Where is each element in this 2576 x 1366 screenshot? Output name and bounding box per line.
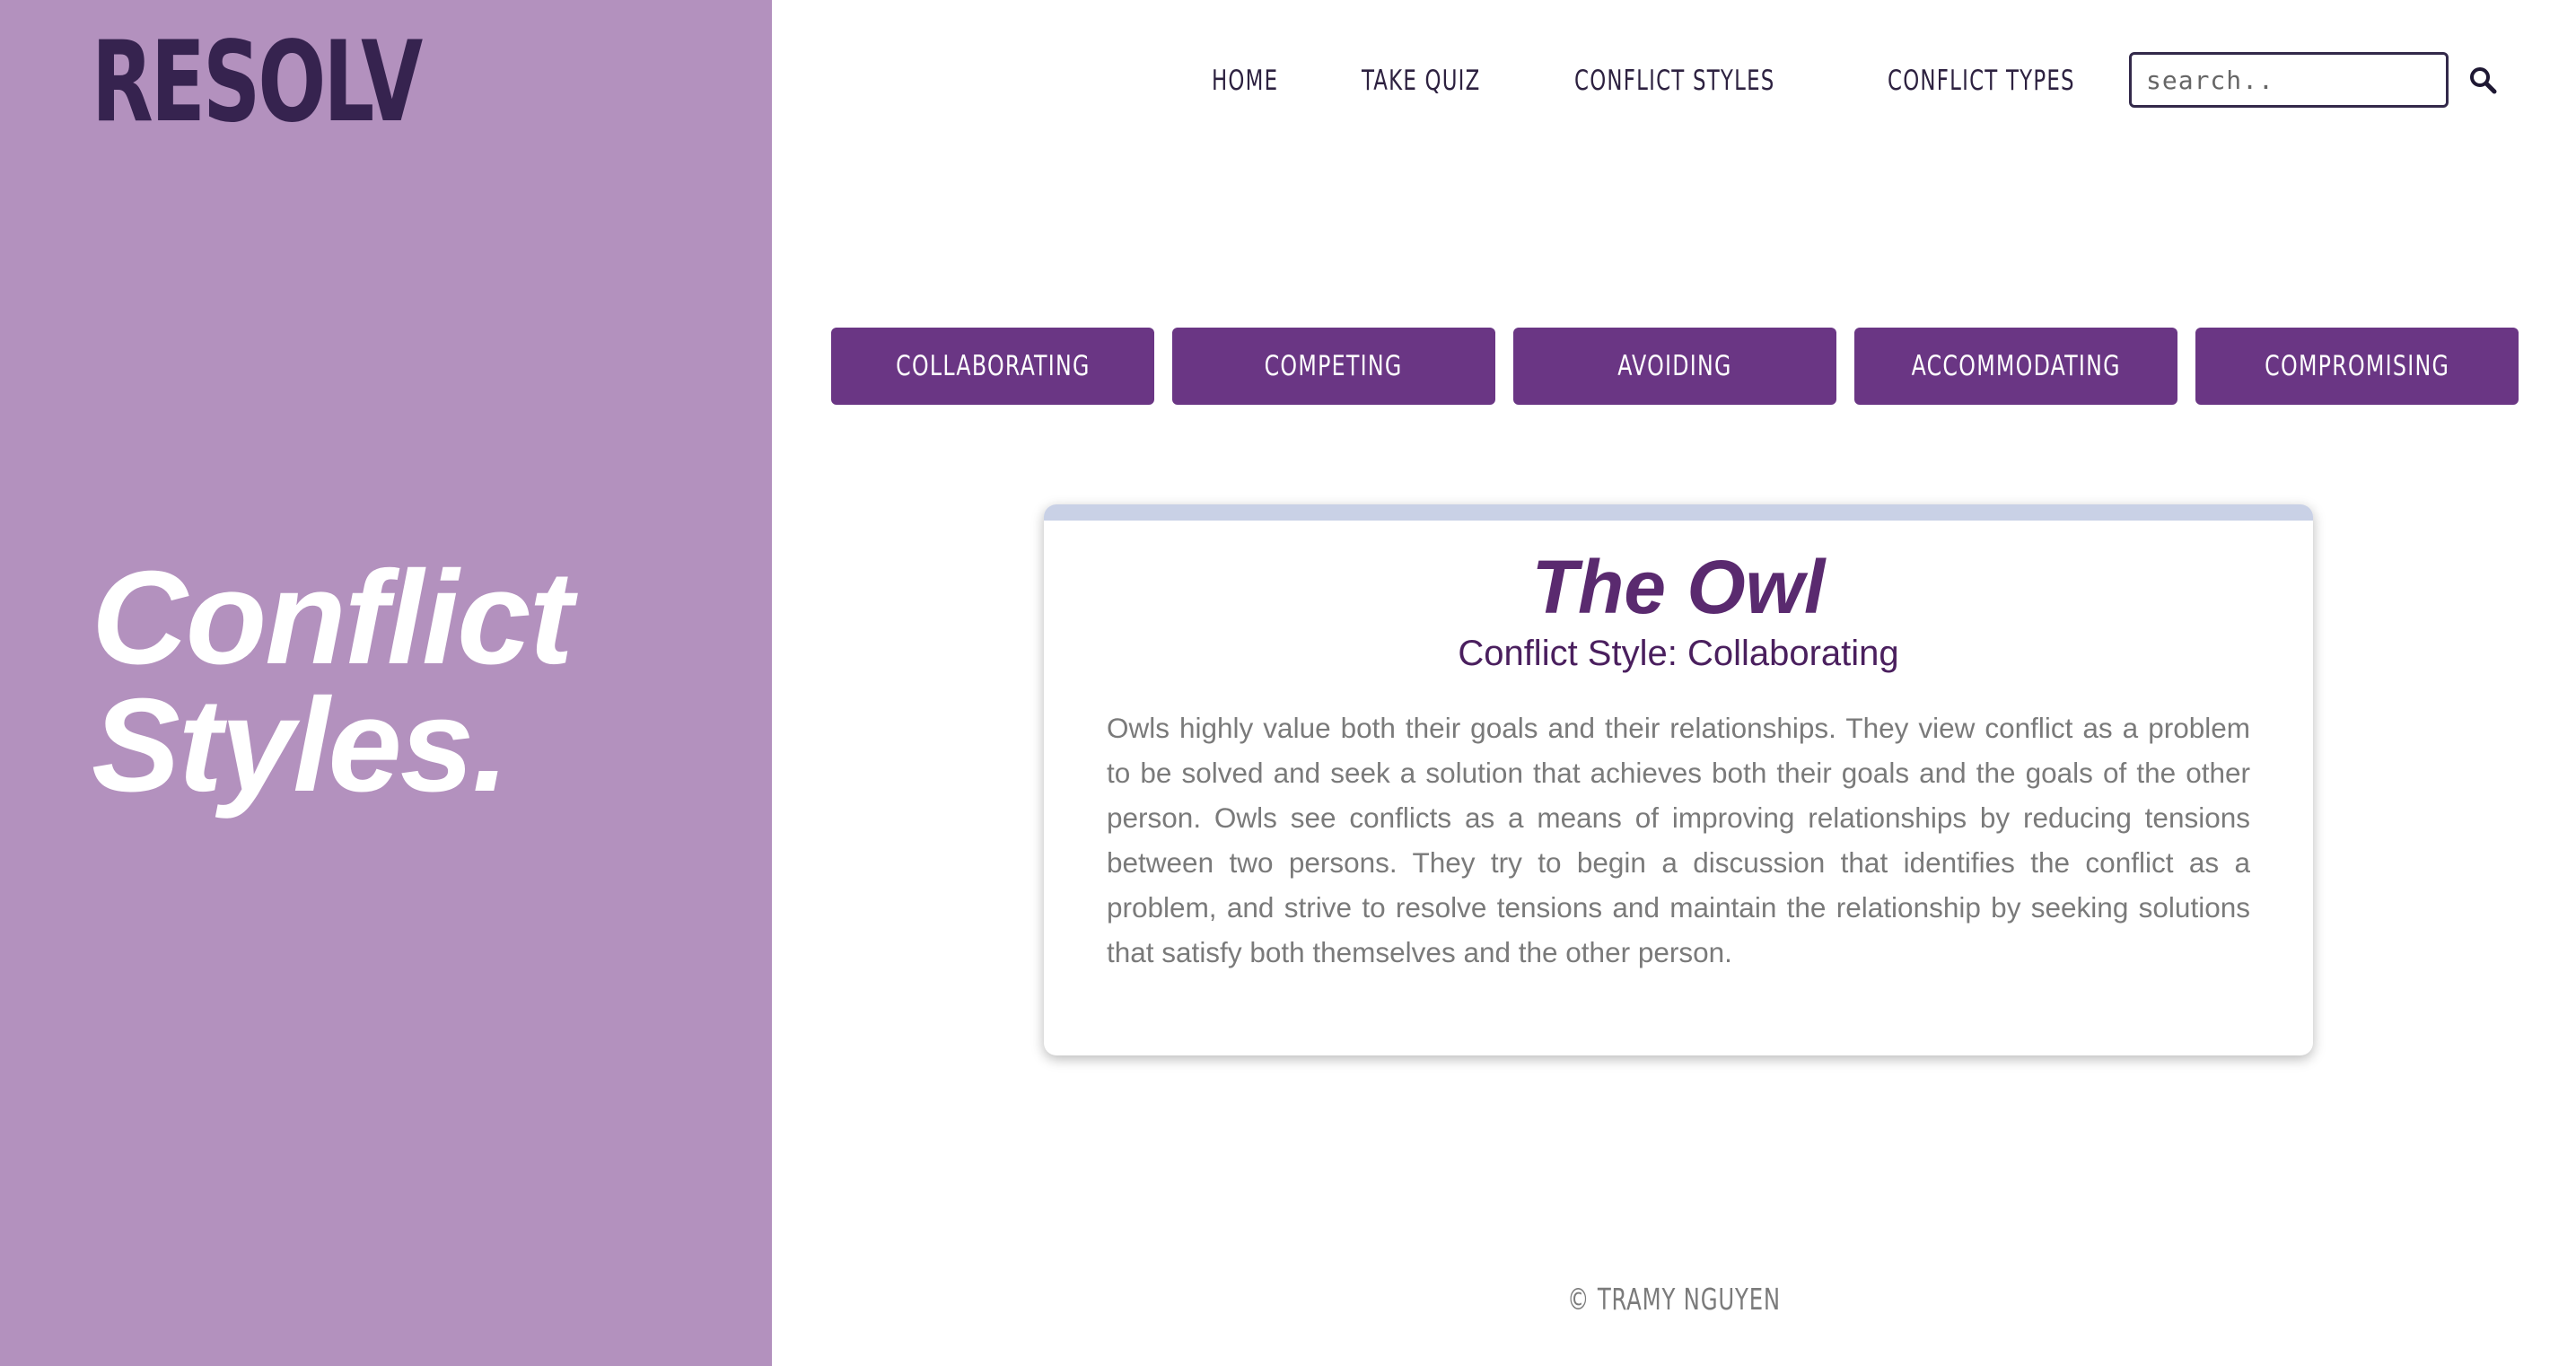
card-accent-bar <box>1044 504 2313 521</box>
tab-accommodating[interactable]: ACCOMMODATING <box>1854 328 2177 405</box>
tab-compromising[interactable]: COMPROMISING <box>2195 328 2519 405</box>
tab-competing[interactable]: COMPETING <box>1172 328 1495 405</box>
tab-avoiding[interactable]: AVOIDING <box>1513 328 1836 405</box>
card-title: The Owl <box>1531 545 1826 629</box>
footer: © TRAMY NGUYEN <box>772 1282 2576 1317</box>
hero-title: Conflict Styles. <box>92 544 574 819</box>
tab-competing-label: COMPETING <box>1265 350 1403 382</box>
search-input[interactable] <box>2132 55 2468 105</box>
card-description: Owls highly value both their goals and t… <box>1107 712 2250 968</box>
tab-collaborating-label: COLLABORATING <box>895 350 1091 382</box>
footer-credit: © TRAMY NGUYEN <box>1567 1282 1781 1317</box>
style-card: The Owl Conflict Style: Collaborating Ow… <box>1044 504 2313 1055</box>
nav-item-conflict-types[interactable]: CONFLICT TYPES <box>1888 65 2075 97</box>
hero-title-line-2: Styles. <box>92 671 509 819</box>
tab-compromising-label: COMPROMISING <box>2265 350 2449 382</box>
conflict-style-tabs: COLLABORATING COMPETING AVOIDING ACCOMMO… <box>831 328 2519 405</box>
tab-collaborating[interactable]: COLLABORATING <box>831 328 1154 405</box>
site-logo[interactable]: RESOLV <box>92 20 423 145</box>
nav-item-conflict-styles[interactable]: CONFLICT STYLES <box>1574 65 1775 97</box>
search-box <box>2129 52 2497 108</box>
tab-avoiding-label: AVOIDING <box>1617 350 1732 382</box>
hero-title-line-1: Conflict <box>92 544 574 692</box>
search-icon[interactable] <box>2468 55 2497 105</box>
sidebar-panel: RESOLV Conflict Styles. <box>0 0 772 1366</box>
tab-accommodating-label: ACCOMMODATING <box>1911 350 2121 382</box>
nav-item-home[interactable]: HOME <box>1212 65 1278 97</box>
card-subtitle: Conflict Style: Collaborating <box>1458 634 1899 673</box>
nav-item-take-quiz[interactable]: TAKE QUIZ <box>1362 65 1481 97</box>
main-nav: HOME TAKE QUIZ CONFLICT STYLES CONFLICT … <box>1212 56 2116 106</box>
